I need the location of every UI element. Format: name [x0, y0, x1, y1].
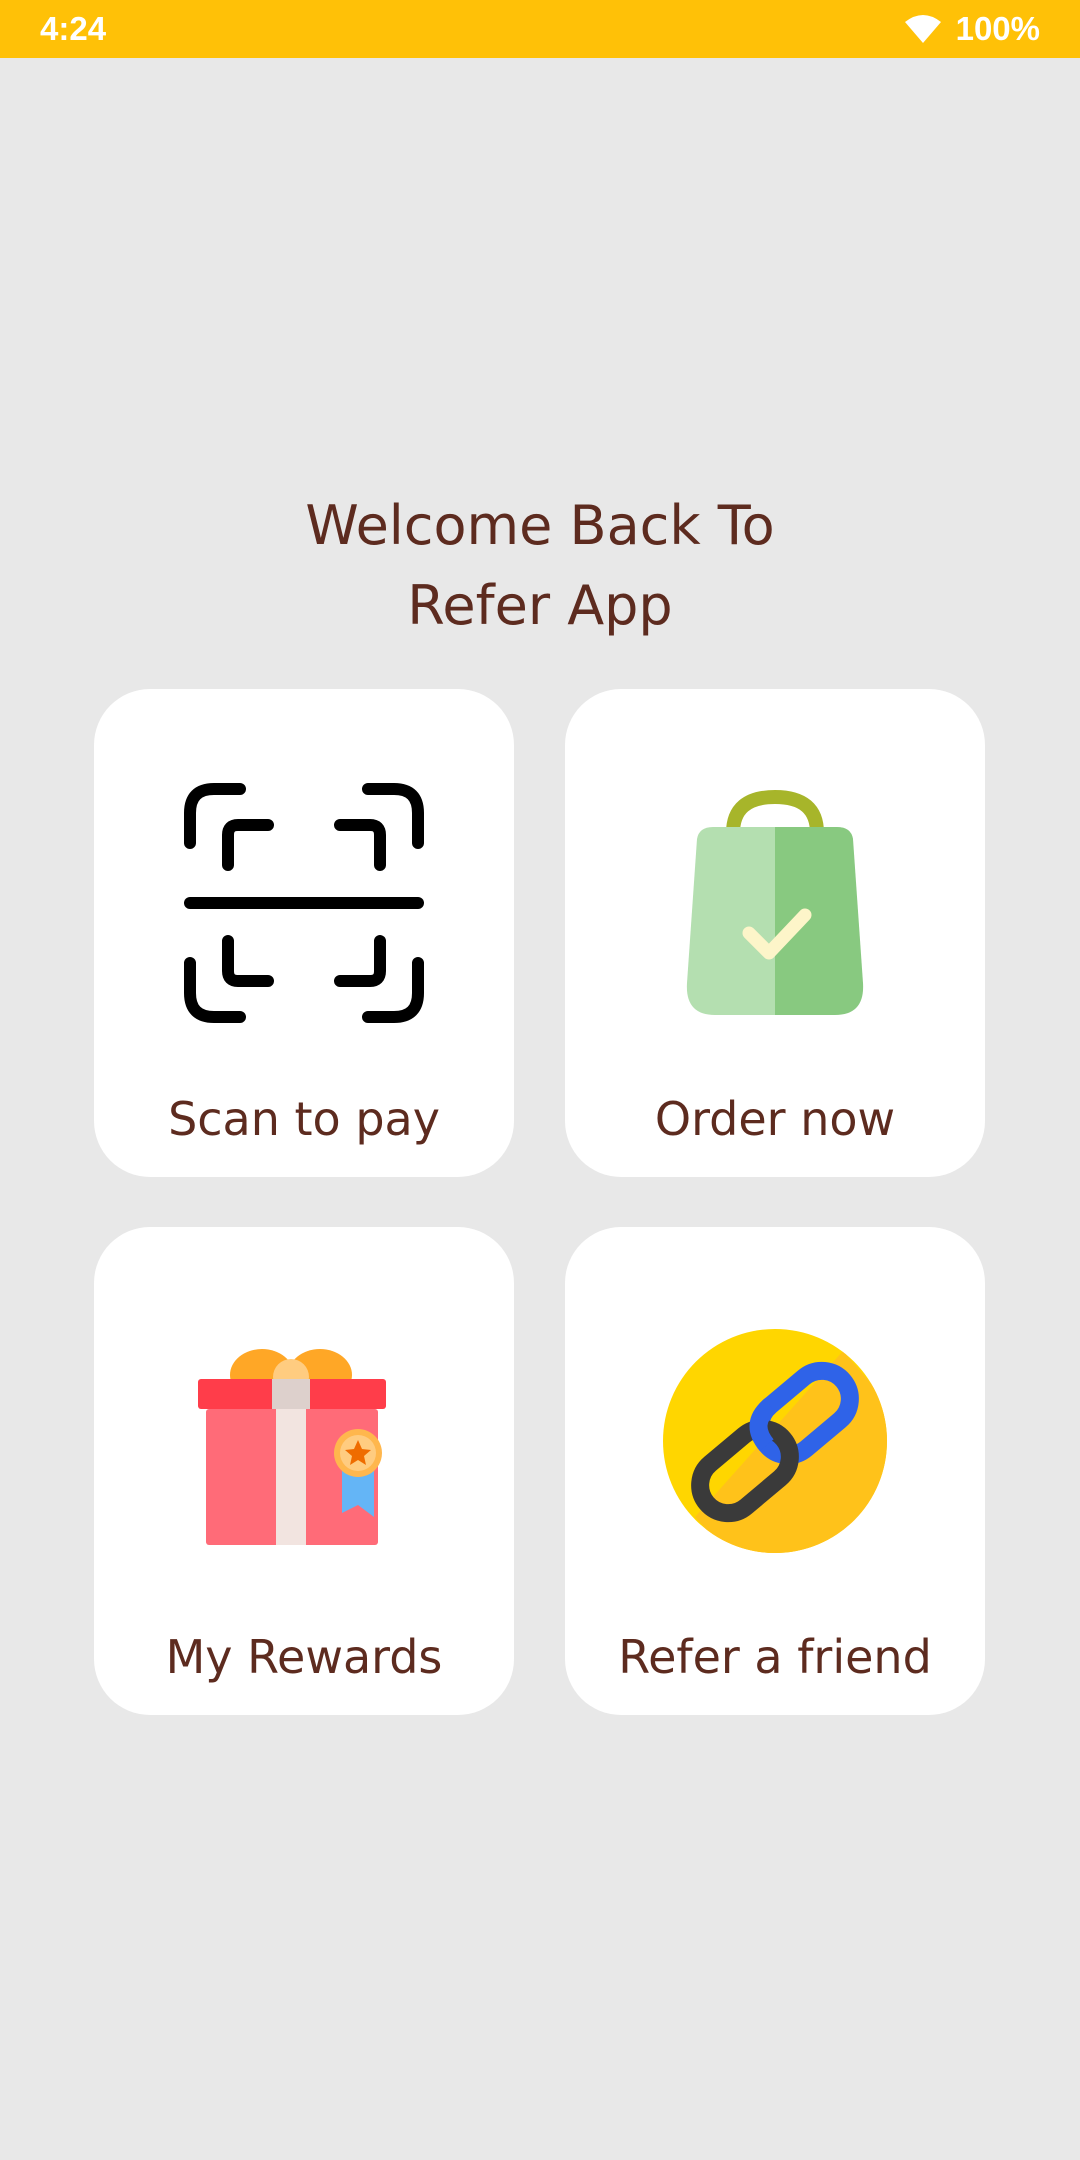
refer-a-friend-card[interactable]: Refer a friend — [565, 1227, 985, 1715]
scan-to-pay-card[interactable]: Scan to pay — [94, 689, 514, 1177]
battery-percentage: 100% — [955, 10, 1040, 47]
welcome-title-line-1: Welcome Back To — [305, 494, 775, 557]
status-indicators: 100% — [904, 10, 1040, 48]
welcome-title: Welcome Back To Refer App — [0, 486, 1080, 646]
scan-icon — [184, 783, 424, 1023]
status-time: 4:24 — [40, 10, 107, 47]
my-rewards-card[interactable]: My Rewards — [94, 1227, 514, 1715]
wifi-icon — [904, 15, 941, 43]
my-rewards-label: My Rewards — [165, 1630, 443, 1684]
link-icon — [663, 1329, 887, 1553]
scan-to-pay-label: Scan to pay — [168, 1092, 440, 1146]
order-now-label: Order now — [654, 1092, 896, 1146]
refer-a-friend-label: Refer a friend — [618, 1630, 932, 1684]
shopping-bag-icon — [686, 789, 864, 1015]
gift-icon — [198, 1349, 386, 1545]
order-now-card[interactable]: Order now — [565, 689, 985, 1177]
status-bar: 4:24 100% — [0, 0, 1080, 58]
welcome-title-line-2: Refer App — [407, 574, 673, 637]
